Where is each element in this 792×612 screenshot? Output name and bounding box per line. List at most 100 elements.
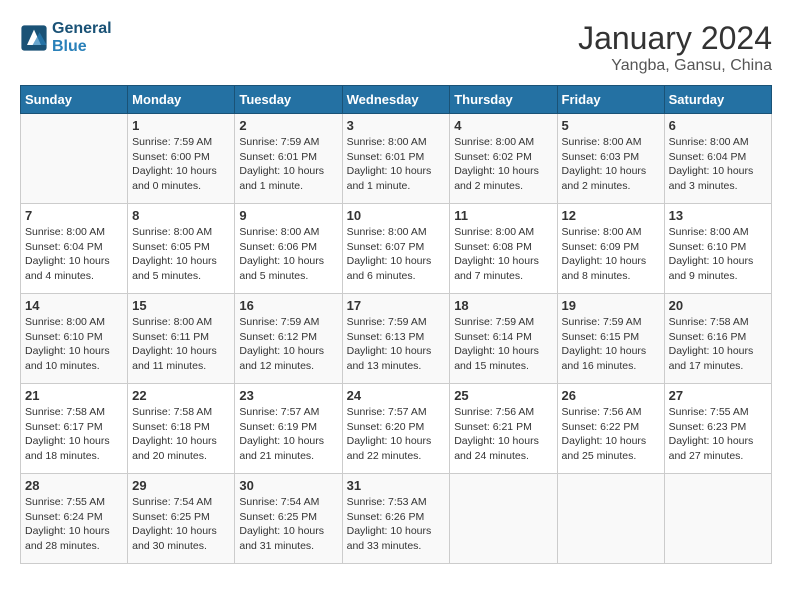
day-number: 27 xyxy=(669,388,767,403)
header-monday: Monday xyxy=(128,86,235,114)
day-number: 2 xyxy=(239,118,337,133)
logo: General Blue xyxy=(20,20,112,55)
day-number: 7 xyxy=(25,208,123,223)
header-friday: Friday xyxy=(557,86,664,114)
day-info: Sunrise: 7:54 AM Sunset: 6:25 PM Dayligh… xyxy=(239,495,337,554)
calendar-cell: 22 Sunrise: 7:58 AM Sunset: 6:18 PM Dayli… xyxy=(128,384,235,474)
day-info: Sunrise: 8:00 AM Sunset: 6:09 PM Dayligh… xyxy=(562,225,660,284)
page-header: General Blue January 2024 Yangba, Gansu,… xyxy=(20,20,772,75)
calendar-cell: 4 Sunrise: 8:00 AM Sunset: 6:02 PM Daylig… xyxy=(450,114,557,204)
week-row-2: 7 Sunrise: 8:00 AM Sunset: 6:04 PM Daylig… xyxy=(21,204,772,294)
day-info: Sunrise: 8:00 AM Sunset: 6:10 PM Dayligh… xyxy=(25,315,123,374)
logo-text-line2: Blue xyxy=(52,38,112,56)
day-info: Sunrise: 7:59 AM Sunset: 6:15 PM Dayligh… xyxy=(562,315,660,374)
day-info: Sunrise: 8:00 AM Sunset: 6:10 PM Dayligh… xyxy=(669,225,767,284)
logo-icon xyxy=(20,24,48,52)
day-number: 16 xyxy=(239,298,337,313)
week-row-5: 28Sunrise: 7:55 AM Sunset: 6:24 PM Dayli… xyxy=(21,474,772,564)
calendar-cell: 13 Sunrise: 8:00 AM Sunset: 6:10 PM Dayli… xyxy=(664,204,771,294)
day-number: 26 xyxy=(562,388,660,403)
calendar-cell: 8 Sunrise: 8:00 AM Sunset: 6:05 PM Daylig… xyxy=(128,204,235,294)
day-number: 30 xyxy=(239,478,337,493)
calendar-cell: 20 Sunrise: 7:58 AM Sunset: 6:16 PM Dayli… xyxy=(664,294,771,384)
day-info: Sunrise: 8:00 AM Sunset: 6:04 PM Dayligh… xyxy=(669,135,767,194)
day-info: Sunrise: 8:00 AM Sunset: 6:03 PM Dayligh… xyxy=(562,135,660,194)
day-info: Sunrise: 7:54 AM Sunset: 6:25 PM Dayligh… xyxy=(132,495,230,554)
calendar-cell: 26Sunrise: 7:56 AM Sunset: 6:22 PM Dayli… xyxy=(557,384,664,474)
day-number: 13 xyxy=(669,208,767,223)
day-info: Sunrise: 7:53 AM Sunset: 6:26 PM Dayligh… xyxy=(347,495,446,554)
day-info: Sunrise: 8:00 AM Sunset: 6:02 PM Dayligh… xyxy=(454,135,552,194)
calendar-cell: 18Sunrise: 7:59 AM Sunset: 6:14 PM Dayli… xyxy=(450,294,557,384)
calendar-cell: 11Sunrise: 8:00 AM Sunset: 6:08 PM Dayli… xyxy=(450,204,557,294)
calendar-cell: 9 Sunrise: 8:00 AM Sunset: 6:06 PM Daylig… xyxy=(235,204,342,294)
day-info: Sunrise: 7:59 AM Sunset: 6:12 PM Dayligh… xyxy=(239,315,337,374)
calendar-cell: 31 Sunrise: 7:53 AM Sunset: 6:26 PM Dayli… xyxy=(342,474,450,564)
calendar-cell: 6 Sunrise: 8:00 AM Sunset: 6:04 PM Daylig… xyxy=(664,114,771,204)
calendar-cell: 5Sunrise: 8:00 AM Sunset: 6:03 PM Daylig… xyxy=(557,114,664,204)
day-number: 6 xyxy=(669,118,767,133)
calendar-cell xyxy=(21,114,128,204)
header-saturday: Saturday xyxy=(664,86,771,114)
week-row-1: 1 Sunrise: 7:59 AM Sunset: 6:00 PM Daylig… xyxy=(21,114,772,204)
header-sunday: Sunday xyxy=(21,86,128,114)
day-info: Sunrise: 7:59 AM Sunset: 6:01 PM Dayligh… xyxy=(239,135,337,194)
day-info: Sunrise: 7:57 AM Sunset: 6:20 PM Dayligh… xyxy=(347,405,446,464)
header-wednesday: Wednesday xyxy=(342,86,450,114)
calendar-cell: 30 Sunrise: 7:54 AM Sunset: 6:25 PM Dayli… xyxy=(235,474,342,564)
day-number: 19 xyxy=(562,298,660,313)
day-info: Sunrise: 7:55 AM Sunset: 6:23 PM Dayligh… xyxy=(669,405,767,464)
day-info: Sunrise: 7:59 AM Sunset: 6:00 PM Dayligh… xyxy=(132,135,230,194)
calendar-cell: 19 Sunrise: 7:59 AM Sunset: 6:15 PM Dayli… xyxy=(557,294,664,384)
day-number: 15 xyxy=(132,298,230,313)
day-info: Sunrise: 7:59 AM Sunset: 6:13 PM Dayligh… xyxy=(347,315,446,374)
day-number: 18 xyxy=(454,298,552,313)
calendar-title: January 2024 xyxy=(578,20,772,57)
day-info: Sunrise: 8:00 AM Sunset: 6:05 PM Dayligh… xyxy=(132,225,230,284)
day-number: 12 xyxy=(562,208,660,223)
header-tuesday: Tuesday xyxy=(235,86,342,114)
day-info: Sunrise: 8:00 AM Sunset: 6:04 PM Dayligh… xyxy=(25,225,123,284)
day-number: 22 xyxy=(132,388,230,403)
calendar-cell: 7 Sunrise: 8:00 AM Sunset: 6:04 PM Daylig… xyxy=(21,204,128,294)
calendar-subtitle: Yangba, Gansu, China xyxy=(578,57,772,75)
title-block: January 2024 Yangba, Gansu, China xyxy=(578,20,772,75)
calendar-cell: 10Sunrise: 8:00 AM Sunset: 6:07 PM Dayli… xyxy=(342,204,450,294)
day-number: 14 xyxy=(25,298,123,313)
calendar-cell: 21Sunrise: 7:58 AM Sunset: 6:17 PM Dayli… xyxy=(21,384,128,474)
calendar-cell: 25Sunrise: 7:56 AM Sunset: 6:21 PM Dayli… xyxy=(450,384,557,474)
day-number: 24 xyxy=(347,388,446,403)
calendar-cell: 17 Sunrise: 7:59 AM Sunset: 6:13 PM Dayli… xyxy=(342,294,450,384)
day-number: 31 xyxy=(347,478,446,493)
header-thursday: Thursday xyxy=(450,86,557,114)
day-info: Sunrise: 8:00 AM Sunset: 6:08 PM Dayligh… xyxy=(454,225,552,284)
calendar-cell: 1 Sunrise: 7:59 AM Sunset: 6:00 PM Daylig… xyxy=(128,114,235,204)
day-number: 20 xyxy=(669,298,767,313)
calendar-cell: 28Sunrise: 7:55 AM Sunset: 6:24 PM Dayli… xyxy=(21,474,128,564)
day-number: 23 xyxy=(239,388,337,403)
calendar-cell: 15 Sunrise: 8:00 AM Sunset: 6:11 PM Dayli… xyxy=(128,294,235,384)
calendar-cell: 29Sunrise: 7:54 AM Sunset: 6:25 PM Dayli… xyxy=(128,474,235,564)
day-number: 9 xyxy=(239,208,337,223)
day-info: Sunrise: 7:58 AM Sunset: 6:18 PM Dayligh… xyxy=(132,405,230,464)
calendar-cell: 12 Sunrise: 8:00 AM Sunset: 6:09 PM Dayli… xyxy=(557,204,664,294)
day-number: 17 xyxy=(347,298,446,313)
day-number: 1 xyxy=(132,118,230,133)
calendar-cell: 27 Sunrise: 7:55 AM Sunset: 6:23 PM Dayli… xyxy=(664,384,771,474)
calendar-header-row: SundayMondayTuesdayWednesdayThursdayFrid… xyxy=(21,86,772,114)
day-info: Sunrise: 7:58 AM Sunset: 6:16 PM Dayligh… xyxy=(669,315,767,374)
day-info: Sunrise: 8:00 AM Sunset: 6:06 PM Dayligh… xyxy=(239,225,337,284)
week-row-4: 21Sunrise: 7:58 AM Sunset: 6:17 PM Dayli… xyxy=(21,384,772,474)
day-number: 28 xyxy=(25,478,123,493)
day-info: Sunrise: 7:57 AM Sunset: 6:19 PM Dayligh… xyxy=(239,405,337,464)
calendar-cell xyxy=(450,474,557,564)
logo-text-line1: General xyxy=(52,20,112,38)
day-info: Sunrise: 8:00 AM Sunset: 6:11 PM Dayligh… xyxy=(132,315,230,374)
day-info: Sunrise: 7:56 AM Sunset: 6:21 PM Dayligh… xyxy=(454,405,552,464)
day-number: 4 xyxy=(454,118,552,133)
day-info: Sunrise: 8:00 AM Sunset: 6:07 PM Dayligh… xyxy=(347,225,446,284)
day-number: 8 xyxy=(132,208,230,223)
day-number: 3 xyxy=(347,118,446,133)
calendar-cell xyxy=(557,474,664,564)
calendar-table: SundayMondayTuesdayWednesdayThursdayFrid… xyxy=(20,85,772,564)
